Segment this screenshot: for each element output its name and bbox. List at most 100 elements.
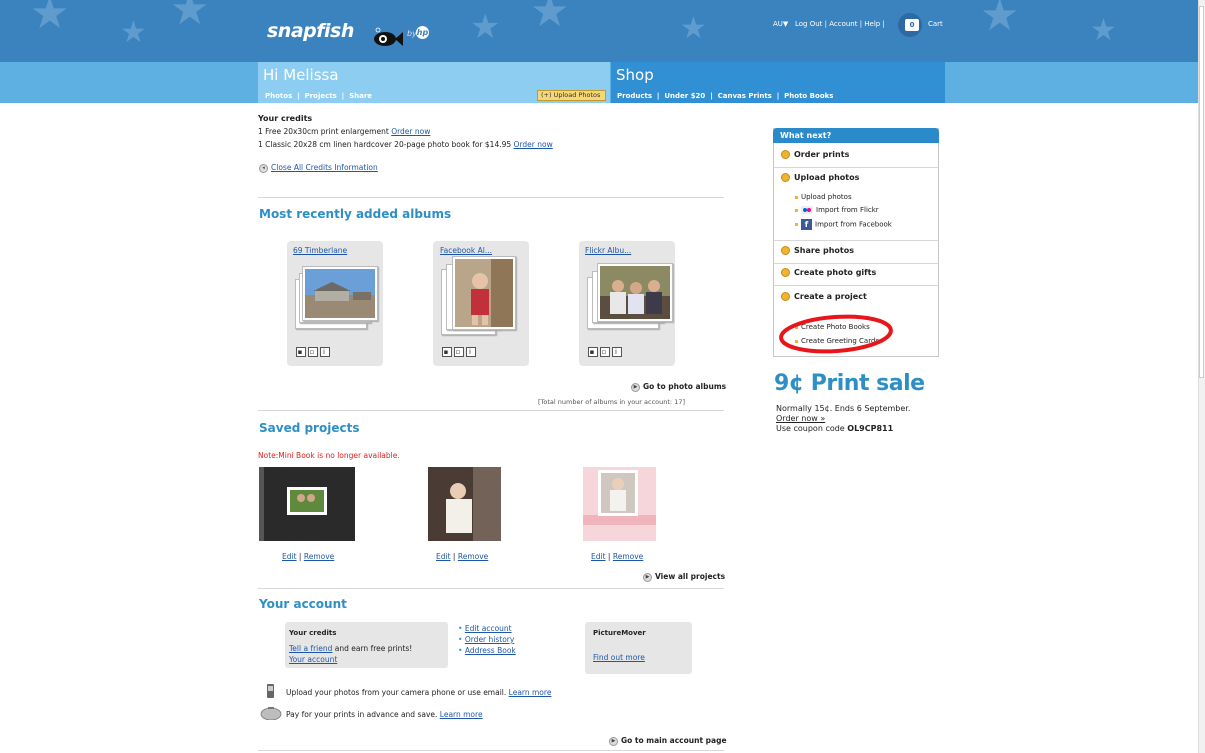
album-total: [Total number of albums in your account:… <box>538 398 685 406</box>
album-title[interactable]: 69 Timberlane <box>293 246 347 255</box>
credit-line-2: 1 Classic 20x28 cm linen hardcover 20-pa… <box>258 140 553 149</box>
project-thumb-baby[interactable] <box>428 467 501 541</box>
project-thumb-photobook[interactable] <box>259 467 355 541</box>
find-out-more-link[interactable]: Find out more <box>593 653 645 662</box>
edit-project-link[interactable]: Edit <box>436 552 451 561</box>
nav-share[interactable]: Share <box>349 92 372 100</box>
facebook-icon: f <box>801 219 812 230</box>
go-to-main-account[interactable]: ▶ Go to main account page <box>609 736 727 746</box>
shop-title[interactable]: Shop <box>616 66 654 84</box>
coupon-prefix: Use coupon code <box>776 424 845 433</box>
share-icon[interactable]: ▪ <box>588 347 598 357</box>
order-prints-item[interactable]: Order prints <box>781 150 849 159</box>
photo-icon[interactable]: ▫ <box>454 347 464 357</box>
coupon-line: Use coupon code OL9CP811 <box>776 424 910 434</box>
photo-icon[interactable]: ▫ <box>600 347 610 357</box>
info-icon[interactable]: i <box>320 347 330 357</box>
credits-title: Your credits <box>258 114 313 123</box>
edit-project-link[interactable]: Edit <box>591 552 606 561</box>
remove-project-link[interactable]: Remove <box>613 552 643 561</box>
projects-heading: Saved projects <box>259 421 360 435</box>
nav-photo-books[interactable]: Photo Books <box>784 92 833 100</box>
star-decoration: ★ <box>980 0 1020 41</box>
phone-icon <box>267 684 274 698</box>
piggy-bank-icon <box>260 707 282 720</box>
bullet-icon <box>781 268 790 277</box>
upload-photos-heading: Upload photos <box>794 173 860 182</box>
cart-link[interactable]: Cart <box>928 20 943 28</box>
create-gifts-item[interactable]: Create photo gifts <box>781 268 876 277</box>
your-account-line: Your account <box>289 655 337 664</box>
album-actions: ▪ ▫ i <box>442 347 478 357</box>
go-to-photo-albums[interactable]: ▶ Go to photo albums <box>631 382 726 392</box>
nav-photos[interactable]: Photos <box>265 92 292 100</box>
star-decoration: ★ <box>530 0 570 37</box>
order-now-link-2[interactable]: Order now <box>514 140 553 149</box>
album-title[interactable]: Flickr Albu... <box>585 246 631 255</box>
share-photos-label: Share photos <box>794 246 855 255</box>
help-link[interactable]: Help <box>864 20 880 28</box>
greeting: Hi Melissa <box>263 66 339 84</box>
remove-project-link[interactable]: Remove <box>458 552 488 561</box>
album-title[interactable]: Facebook Al... <box>440 246 492 255</box>
account-link[interactable]: Account <box>829 20 857 28</box>
plus-icon: (+) <box>541 91 552 99</box>
share-icon[interactable]: ▪ <box>442 347 452 357</box>
coupon-code: OL9CP811 <box>847 424 894 433</box>
site-header: ★ ★ ★ ★ ★ ★ ★ ★ <box>0 0 1198 62</box>
close-credits-link[interactable]: Close All Credits Information <box>271 163 378 172</box>
import-flickr-link[interactable]: Import from Flickr <box>795 206 879 214</box>
prepay-line: Pay for your prints in advance and save.… <box>286 710 483 719</box>
scrollbar-thumb[interactable] <box>1199 6 1204 378</box>
tell-friend-line: Tell a friend and earn free prints! <box>289 644 412 653</box>
region-selector[interactable]: AU▼ <box>773 20 788 28</box>
picturemover-title: PictureMover <box>593 629 646 637</box>
print-sale-order-link[interactable]: Order now » <box>776 414 910 424</box>
account-credits-title: Your credits <box>289 629 337 637</box>
credit-text-2: 1 Classic 20x28 cm linen hardcover 20-pa… <box>258 140 512 149</box>
credit-text-1: 1 Free 20x30cm print enlargement <box>258 127 389 136</box>
project-thumb-pink[interactable] <box>583 467 656 541</box>
snapfish-logo[interactable]: snapfish <box>267 20 354 42</box>
bullet-icon <box>795 195 798 199</box>
address-book-link[interactable]: Address Book <box>465 646 516 655</box>
projects-note: Note:Mini Book is no longer available. <box>258 451 400 460</box>
divider <box>258 750 724 751</box>
order-now-link-1[interactable]: Order now <box>391 127 430 136</box>
bullet-icon <box>781 292 790 301</box>
cart-count: 0 <box>905 19 919 31</box>
bullet-icon <box>795 208 798 212</box>
nav-projects[interactable]: Projects <box>305 92 337 100</box>
share-icon[interactable]: ▪ <box>296 347 306 357</box>
divider <box>258 410 724 411</box>
logout-link[interactable]: Log Out <box>795 20 822 28</box>
close-credits[interactable]: ◂ Close All Credits Information <box>259 163 378 173</box>
create-project-item[interactable]: Create a project <box>781 292 867 301</box>
create-project-label: Create a project <box>794 292 867 301</box>
learn-more-link-2[interactable]: Learn more <box>440 710 483 719</box>
edit-account-link[interactable]: Edit account <box>465 624 512 633</box>
info-icon[interactable]: i <box>612 347 622 357</box>
upload-photos-link[interactable]: Upload photos <box>795 193 852 201</box>
upload-photos-button[interactable]: (+) Upload Photos <box>537 90 606 101</box>
star-decoration: ★ <box>170 0 210 35</box>
photo-icon[interactable]: ▫ <box>308 347 318 357</box>
your-account-link[interactable]: Your account <box>289 655 337 664</box>
tell-a-friend-link[interactable]: Tell a friend <box>289 644 332 653</box>
share-photos-item[interactable]: Share photos <box>781 246 854 255</box>
album-actions: ▪ ▫ i <box>296 347 332 357</box>
learn-more-link-1[interactable]: Learn more <box>509 688 552 697</box>
import-facebook-link[interactable]: f Import from Facebook <box>795 219 892 230</box>
albums-heading: Most recently added albums <box>259 207 452 221</box>
edit-project-link[interactable]: Edit <box>282 552 297 561</box>
nav-products[interactable]: Products <box>617 92 652 100</box>
remove-project-link[interactable]: Remove <box>304 552 334 561</box>
nav-canvas-prints[interactable]: Canvas Prints <box>718 92 772 100</box>
divider <box>774 240 938 241</box>
account-links: • Edit account • Order history • Address… <box>458 623 516 656</box>
order-history-link[interactable]: Order history <box>465 635 515 644</box>
nav-under-20[interactable]: Under $20 <box>664 92 705 100</box>
upload-photos-item[interactable]: Upload photos <box>781 173 859 182</box>
view-all-projects[interactable]: ▶ View all projects <box>643 572 725 582</box>
info-icon[interactable]: i <box>466 347 476 357</box>
